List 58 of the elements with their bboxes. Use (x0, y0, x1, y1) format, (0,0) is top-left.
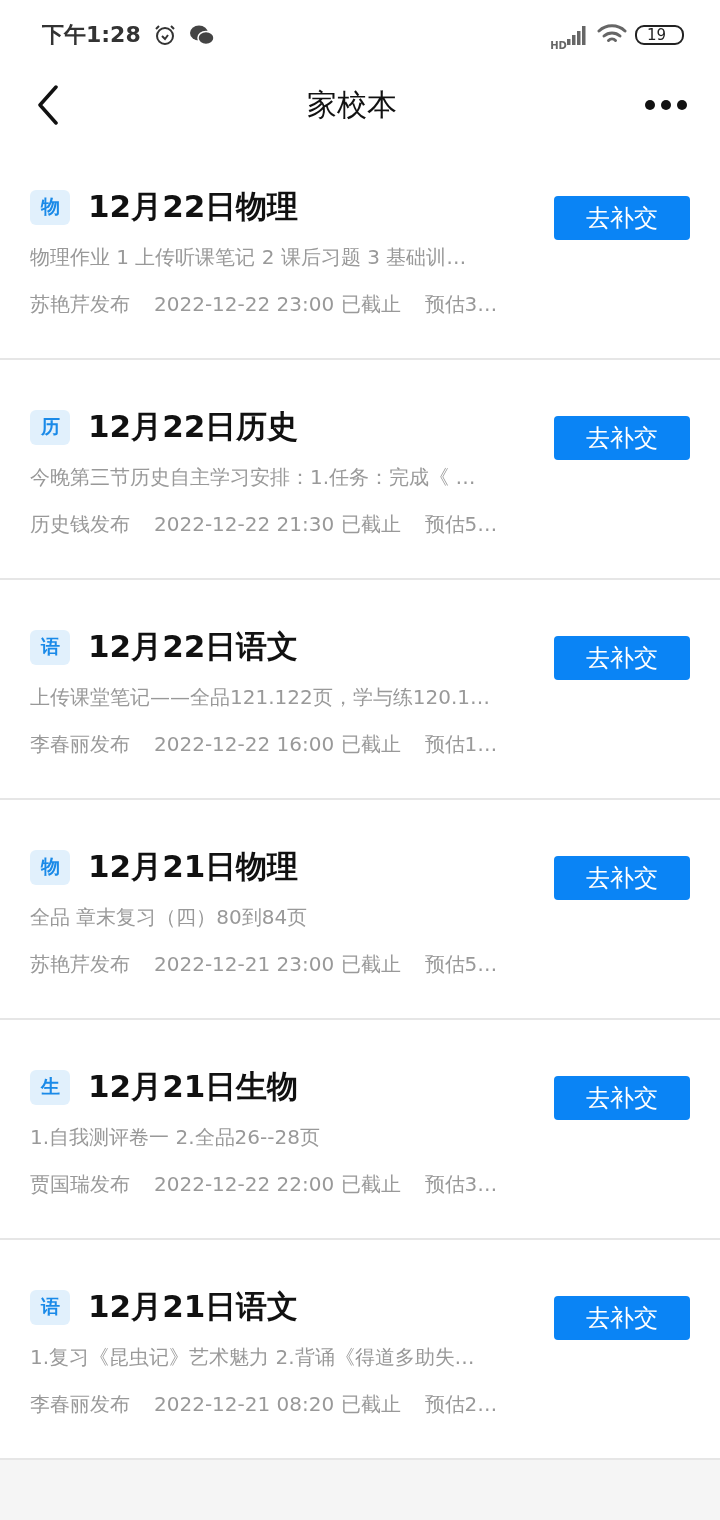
submit-button[interactable]: 去补交 (554, 856, 690, 900)
assignment-card[interactable]: 语 12月21日语文 1.复习《昆虫记》艺术魅力 2.背诵《得道多助失… 李春丽发布 2022-12-21 08:20 已截止 预估2… 去补交 (0, 1240, 720, 1460)
estimate-text: 预估3… (424, 291, 498, 318)
publisher-text: 贾国瑞发布 (30, 1171, 130, 1198)
submit-button[interactable]: 去补交 (554, 196, 690, 240)
back-icon (36, 85, 60, 125)
submit-button[interactable]: 去补交 (554, 416, 690, 460)
deadline-text: 2022-12-22 22:00 已截止 (154, 1171, 401, 1198)
assignment-title: 12月21日物理 (88, 847, 299, 886)
submit-button[interactable]: 去补交 (554, 636, 690, 680)
assignment-card[interactable]: 生 12月21日生物 1.自我测评卷一 2.全品26--28页 贾国瑞发布 2022-12-22 22:00 已截止 预估3… 去补交 (0, 1020, 720, 1240)
page-title: 家校本 (307, 85, 397, 124)
more-icon (644, 99, 688, 111)
publisher-text: 历史钱发布 (30, 511, 130, 538)
assignment-title: 12月21日语文 (88, 1287, 299, 1326)
subject-tag: 语 (30, 629, 70, 665)
assignment-title: 12月22日语文 (88, 627, 299, 666)
publisher-text: 李春丽发布 (30, 1391, 130, 1418)
assignment-card[interactable]: 物 12月21日物理 全品 章末复习（四）80到84页 苏艳芹发布 2022-12-21 23:00 已截止 预估5… 去补交 (0, 800, 720, 1020)
assignment-description: 今晚第三节历史自主学习安排：1.任务：完成《 … (30, 464, 477, 491)
subject-tag: 历 (30, 409, 70, 445)
estimate-text: 预估5… (424, 511, 498, 538)
assignment-title: 12月21日生物 (88, 1067, 299, 1106)
back-button[interactable] (36, 85, 60, 125)
deadline-text: 2022-12-22 23:00 已截止 (154, 291, 401, 318)
subject-tag: 物 (30, 849, 70, 885)
assignment-title: 12月22日物理 (88, 187, 299, 226)
battery-indicator: 19 (634, 25, 684, 45)
deadline-text: 2022-12-21 08:20 已截止 (154, 1391, 401, 1418)
network-label: HD (550, 39, 567, 51)
subject-tag: 物 (30, 189, 70, 225)
publisher-text: 苏艳芹发布 (30, 951, 130, 978)
deadline-text: 2022-12-22 21:30 已截止 (154, 511, 401, 538)
assignment-description: 全品 章末复习（四）80到84页 (30, 904, 309, 931)
subject-tag: 语 (30, 1289, 70, 1325)
publisher-text: 李春丽发布 (30, 731, 130, 758)
publisher-text: 苏艳芹发布 (30, 291, 130, 318)
deadline-text: 2022-12-21 23:00 已截止 (154, 951, 401, 978)
assignment-card[interactable]: 物 12月22日物理 物理作业 1 上传听课笔记 2 课后习题 3 基础训… 苏艳芹发布 2022-12-22 23:00 已截止 预估3… 去补交 (0, 140, 720, 360)
submit-button[interactable]: 去补交 (554, 1296, 690, 1340)
estimate-text: 预估1… (424, 731, 498, 758)
submit-button[interactable]: 去补交 (554, 1076, 690, 1120)
assignment-description: 1.复习《昆虫记》艺术魅力 2.背诵《得道多助失… (30, 1344, 476, 1371)
assignment-title: 12月22日历史 (88, 407, 299, 446)
subject-tag: 生 (30, 1069, 70, 1105)
deadline-text: 2022-12-22 16:00 已截止 (154, 731, 401, 758)
estimate-text: 预估2… (424, 1391, 498, 1418)
estimate-text: 预估5… (424, 951, 498, 978)
assignment-description: 上传课堂笔记——全品121.122页，学与练120.1… (30, 684, 491, 711)
signal-icon (566, 25, 589, 45)
assignment-description: 物理作业 1 上传听课笔记 2 课后习题 3 基础训… (30, 244, 468, 271)
assignment-card[interactable]: 历 12月22日历史 今晚第三节历史自主学习安排：1.任务：完成《 … 历史钱发布 2022-12-22 21:30 已截止 预估5… 去补交 (0, 360, 720, 580)
assignment-description: 1.自我测评卷一 2.全品26--28页 (30, 1124, 321, 1151)
estimate-text: 预估3… (424, 1171, 498, 1198)
more-button[interactable] (644, 99, 688, 111)
status-time: 下午1:28 (42, 21, 141, 49)
assignment-card[interactable]: 语 12月22日语文 上传课堂笔记——全品121.122页，学与练120.1… 李春丽发布 2022-12-22 16:00 已截止 预估1… 去补交 (0, 580, 720, 800)
chat-bubbles-icon (188, 24, 215, 46)
